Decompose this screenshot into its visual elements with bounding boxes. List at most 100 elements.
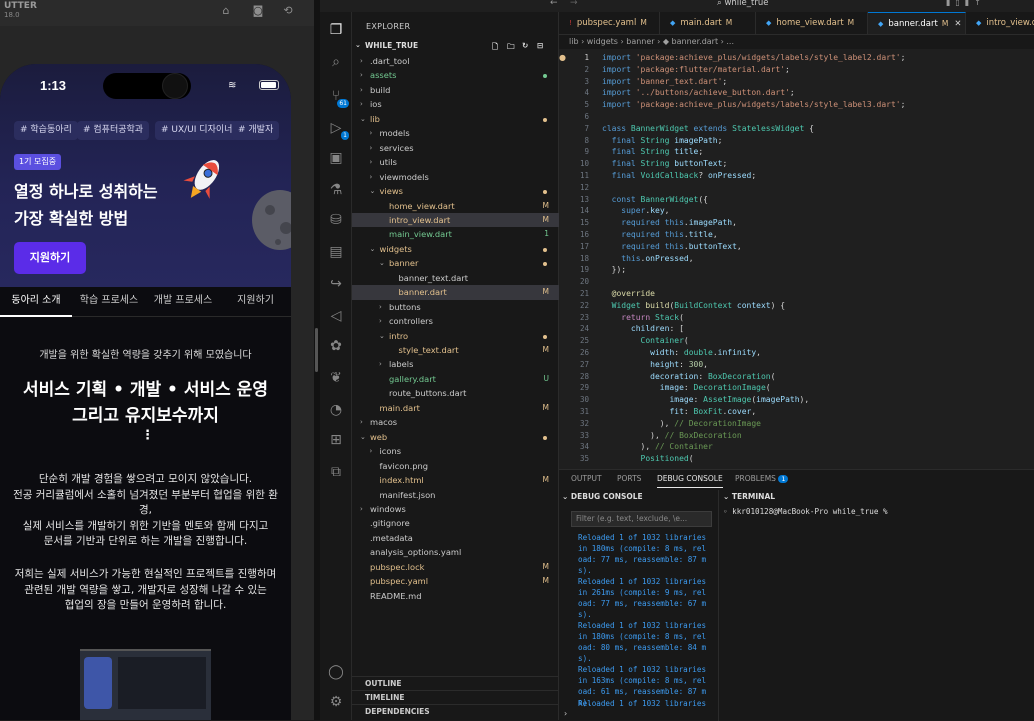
tree-item-label: index.html (379, 475, 424, 486)
tree-file-item[interactable]: pubspec.yaml M (352, 574, 559, 588)
layout-controls-icon[interactable]: ▮▯▮↑ (946, 0, 986, 7)
new-folder-icon[interactable]: 🗀 (507, 41, 515, 54)
code-line: final String buttonText; (602, 159, 728, 168)
tree-folder-item[interactable]: › labels (352, 357, 559, 371)
tree-folder-item[interactable]: › viewmodels (352, 170, 559, 184)
tree-file-item[interactable]: main_view.dart 1 (352, 227, 559, 241)
tree-file-item[interactable]: banner_text.dart (352, 271, 559, 285)
tree-file-item[interactable]: main.dart M (352, 401, 559, 415)
timer-icon[interactable]: ◔ (326, 400, 346, 420)
account-icon[interactable]: ◯ (326, 662, 346, 682)
code-token: import (602, 100, 636, 110)
tree-folder-item[interactable]: › buttons (352, 300, 559, 314)
tree-file-item[interactable]: gallery.dart U (352, 372, 559, 386)
camera-icon[interactable]: ◙ (250, 3, 266, 19)
tree-folder-item[interactable]: › build (352, 83, 559, 97)
tree-file-item[interactable]: index.html M (352, 473, 559, 487)
tree-file-item[interactable]: favicon.png (352, 459, 559, 473)
tree-folder-item[interactable]: › assets (352, 68, 559, 82)
tree-folder-item[interactable]: ⌄ views (352, 184, 559, 198)
testing-icon[interactable]: ⚗ (326, 180, 346, 200)
timeline-section[interactable]: TIMELINE (352, 690, 559, 704)
figma-icon[interactable]: ✿ (326, 336, 346, 356)
tab-output[interactable]: OUTPUT (571, 470, 602, 488)
code-token: Positioned (640, 454, 689, 464)
tree-file-item[interactable]: analysis_options.yaml (352, 545, 559, 559)
remote-explorer-icon[interactable]: ▣ (326, 148, 346, 168)
tab-ports[interactable]: PORTS (617, 470, 641, 488)
tree-folder-item[interactable]: › utils (352, 155, 559, 169)
tree-file-item[interactable]: manifest.json (352, 488, 559, 502)
tree-folder-item[interactable]: › windows (352, 502, 559, 516)
tree-folder-item[interactable]: › .dart_tool (352, 54, 559, 68)
modified-marker: M (725, 18, 733, 27)
run-debug-icon[interactable]: ▷ 1 (326, 118, 349, 140)
mongodb-icon[interactable]: ❦ (326, 368, 346, 388)
tree-folder-item[interactable]: › icons (352, 444, 559, 458)
editor-tab[interactable]: ◆ home_view.dart M (756, 12, 868, 34)
tree-folder-item[interactable]: ⌄ lib (352, 112, 559, 126)
refresh-icon[interactable]: ↻ (522, 41, 528, 50)
tree-file-item[interactable]: .metadata (352, 531, 559, 545)
tree-file-item[interactable]: home_view.dart M (352, 199, 559, 213)
editor-tab[interactable]: ◆ intro_view.da (966, 12, 1034, 34)
home-icon[interactable]: ⌂ (218, 3, 234, 19)
tab-problems[interactable]: PROBLEMS 1 (735, 470, 789, 488)
tab-debug-console[interactable]: DEBUG CONSOLE (657, 470, 723, 488)
tree-folder-item[interactable]: › services (352, 141, 559, 155)
tree-file-item[interactable]: intro_view.dart M (352, 212, 559, 228)
tab-dev-process[interactable]: 개발 프로세스 (146, 287, 220, 317)
debug-filter-input[interactable]: Filter (e.g. text, !exclude, \e... (571, 511, 712, 527)
tab-learning-process[interactable]: 학습 프로세스 (72, 287, 146, 317)
code-editor[interactable]: ● 1 import 'package:achieve_plus/widgets/… (559, 49, 1034, 469)
editor-tab-label: intro_view.da (986, 18, 1034, 28)
code-line: const BannerWidget({ (602, 195, 708, 204)
tree-folder-item[interactable]: ⌄ widgets (352, 242, 559, 256)
tree-folder-item[interactable]: › ios (352, 97, 559, 111)
rotate-icon[interactable]: ⟲ (280, 3, 296, 19)
search-text: while_true (724, 0, 769, 8)
docker-icon[interactable]: ▤ (326, 242, 346, 262)
apply-button[interactable]: 지원하기 (14, 242, 86, 274)
tab-apply[interactable]: 지원하기 (220, 287, 291, 317)
search-icon[interactable]: ⌕ (326, 52, 346, 72)
outline-section[interactable]: OUTLINE (352, 676, 559, 690)
tree-folder-item[interactable]: › controllers (352, 314, 559, 328)
tree-folder-item[interactable]: ⌄ web (352, 430, 559, 444)
flutter-icon[interactable]: ◁ (326, 306, 346, 326)
tree-file-item[interactable]: pubspec.lock M (352, 560, 559, 574)
editor-tab[interactable]: ◆ main.dart M (660, 12, 756, 34)
tree-file-item[interactable]: banner.dart M (352, 285, 559, 300)
intro-paragraph: 단순히 개발 경험을 쌓으려고 모이지 않았습니다. 전공 커리큘럼에서 소홀히… (0, 472, 291, 550)
breadcrumb[interactable]: lib › widgets › banner › ◆ banner.dart ›… (559, 35, 1034, 49)
collapse-all-icon[interactable]: ⊟ (537, 41, 543, 50)
tree-file-item[interactable]: .gitignore (352, 516, 559, 530)
forward-arrow-icon[interactable]: → (570, 0, 578, 8)
tree-file-item[interactable]: style_text.dart M (352, 343, 559, 357)
database-icon[interactable]: ⛁ (326, 210, 346, 230)
settings-gear-icon[interactable]: ⚙ (326, 692, 346, 712)
editor-tab[interactable]: ! pubspec.yaml M (559, 12, 660, 34)
workspace-header[interactable]: ⌄ WHILE_TRUE 🗋 🗀 ↻ ⊟ (352, 39, 559, 53)
repl-prompt-icon[interactable]: › (564, 709, 567, 718)
tree-folder-item[interactable]: ⌄ intro (352, 329, 559, 343)
back-arrow-icon[interactable]: ← (550, 0, 558, 8)
source-control-icon[interactable]: ⑂ 61 (326, 86, 349, 108)
tree-folder-item[interactable]: › models (352, 126, 559, 140)
explorer-icon[interactable]: ❐ (326, 20, 346, 40)
command-center-search[interactable]: ⌕ while_true (717, 0, 840, 10)
editor-tab[interactable]: ◆ banner.dart M ✕ (868, 12, 966, 34)
tab-club-intro[interactable]: 동아리 소개 (0, 287, 72, 317)
terminal-prompt[interactable]: ◦ kkr010128@MacBook-Pro while_true % (723, 507, 888, 516)
tree-folder-item[interactable]: ⌄ banner (352, 256, 559, 270)
close-icon[interactable]: ✕ (954, 19, 961, 29)
dependencies-section[interactable]: DEPENDENCIES (352, 704, 559, 718)
live-share-icon[interactable]: ↪ (326, 274, 346, 294)
tree-file-item[interactable]: README.md (352, 589, 559, 603)
new-file-icon[interactable]: 🗋 (492, 41, 498, 54)
remote-icon[interactable]: ⧉ (326, 462, 346, 482)
tree-file-item[interactable]: route_buttons.dart (352, 386, 559, 400)
extensions-icon[interactable]: ⊞ (326, 430, 346, 450)
tree-folder-item[interactable]: › macos (352, 415, 559, 429)
